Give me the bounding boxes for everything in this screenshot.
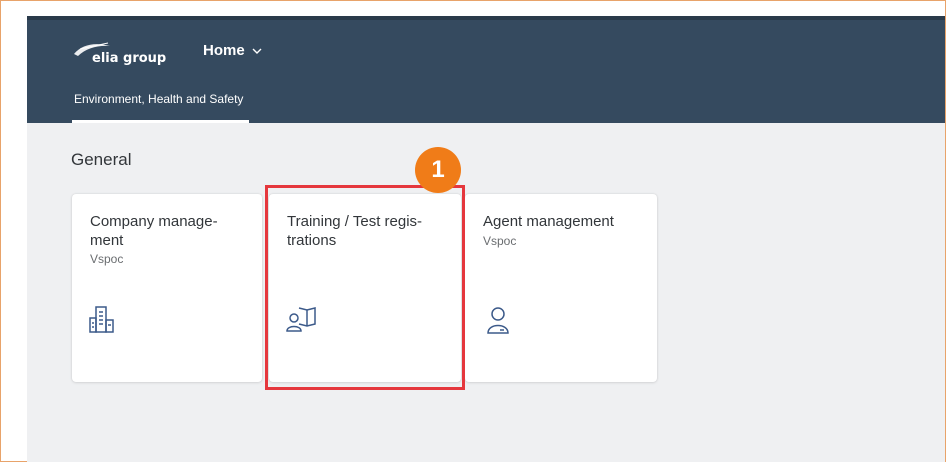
tab-active-indicator [72,120,250,123]
tile-agent-management[interactable]: Agent management Vspoc [465,194,657,382]
home-label: Home [203,42,245,59]
browser-strip [27,16,945,20]
logo-text: elia group [92,51,167,66]
tab-environment-health-safety[interactable]: Environment, Health and Safety [72,92,250,123]
step-badge: 1 [415,147,461,193]
highlight-box [265,185,465,390]
elia-group-logo[interactable]: elia group [74,40,166,66]
tile-title: Agent management [483,213,614,230]
home-menu[interactable]: Home [203,42,263,59]
chevron-down-icon [252,48,262,54]
person-icon [485,304,511,341]
shell-header: elia group Home Environment, Health and … [27,16,945,123]
tab-label: Environment, Health and Safety [74,92,244,106]
building-icon [88,304,116,339]
tile-company-management[interactable]: Company manage- ment Vspoc [72,194,262,382]
tile-subtitle: Vspoc [483,234,517,248]
section-title: General [71,150,132,169]
tile-title: Company manage- ment [90,213,218,249]
launchpad-shell: elia group Home Environment, Health and … [27,16,945,462]
tile-subtitle: Vspoc [90,252,124,266]
